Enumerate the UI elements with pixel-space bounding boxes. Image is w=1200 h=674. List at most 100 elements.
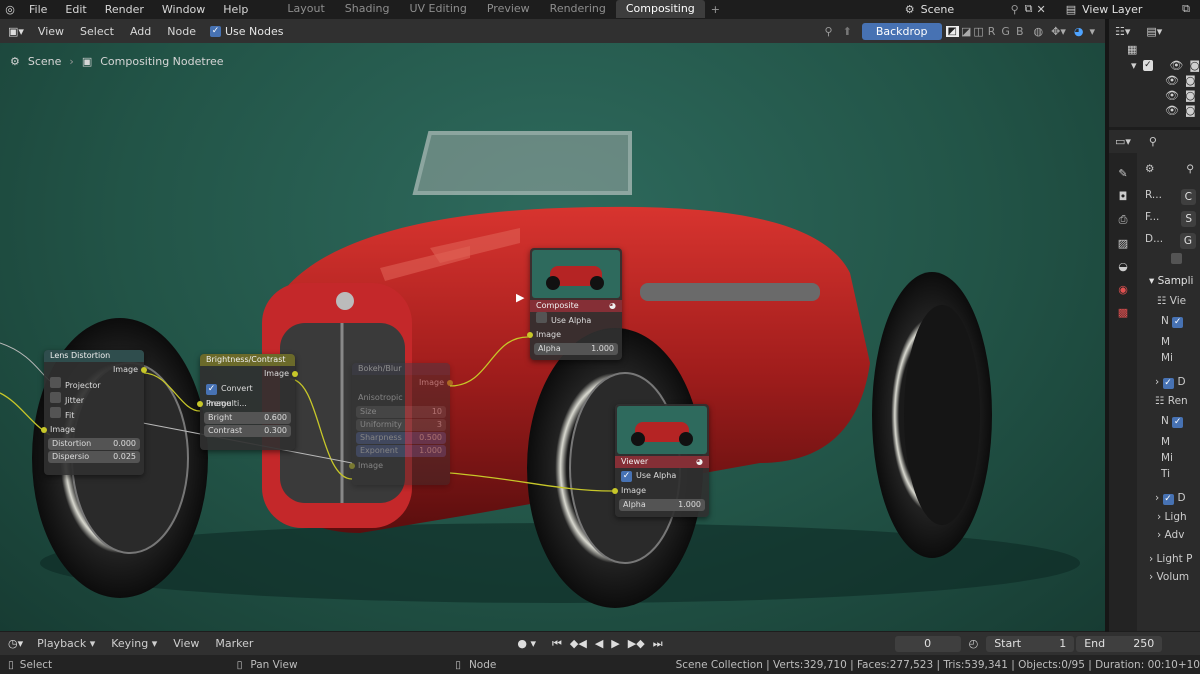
pin-icon[interactable]: ⚲ <box>825 25 833 38</box>
menu-playback[interactable]: Playback ▾ <box>29 637 103 650</box>
alpha-field[interactable]: Alpha 1.000 <box>534 343 618 355</box>
play-icon[interactable]: ▶ <box>611 637 619 651</box>
input-socket-icon[interactable] <box>197 401 203 407</box>
pin-icon[interactable]: ⚲ <box>1011 3 1019 16</box>
checkbox-icon[interactable]: ✓ <box>1162 494 1174 505</box>
color-alpha-icon[interactable]: ◩ <box>945 25 959 37</box>
eye-icon[interactable]: 👁 <box>1165 89 1179 102</box>
camera-icon[interactable]: ◙ <box>1185 89 1196 102</box>
next-keyframe-icon[interactable]: ▶◆ <box>628 637 645 651</box>
checkbox-icon[interactable] <box>1171 253 1182 264</box>
tab-layout[interactable]: Layout <box>277 0 334 18</box>
eye-icon[interactable]: 👁 <box>1165 104 1179 117</box>
feature-set-field[interactable]: F... S <box>1139 205 1200 227</box>
exponent-field[interactable]: Exponent 1.000 <box>356 445 446 457</box>
menu-view[interactable]: View <box>30 25 72 38</box>
jump-start-icon[interactable]: ⏮ <box>552 637 562 651</box>
menu-keying[interactable]: Keying ▾ <box>103 637 165 650</box>
world-tab-icon[interactable]: ◉ <box>1109 283 1137 296</box>
menu-file[interactable]: File <box>20 3 56 16</box>
menu-select[interactable]: Select <box>72 25 122 38</box>
eye-icon[interactable]: 👁 <box>1169 59 1183 72</box>
checkbox-icon[interactable] <box>50 392 61 403</box>
composite-node[interactable]: Composite ◕ Use Alpha Image Alpha 1.000 <box>527 248 622 360</box>
scene-selector[interactable]: Scene <box>921 3 1011 16</box>
pin-icon[interactable]: ⚲ <box>1186 163 1194 175</box>
brightness-contrast-node[interactable]: Brightness/Contrast Image ✓ Convert Premu… <box>197 354 298 450</box>
render-tab-icon[interactable]: ◘ <box>1109 190 1137 203</box>
checkbox-icon[interactable] <box>536 312 547 323</box>
camera-icon[interactable]: ◙ <box>1185 74 1196 87</box>
noise-threshold-row[interactable]: N ✓ <box>1139 407 1200 428</box>
current-frame-field[interactable]: 0 <box>894 635 961 652</box>
alpha-field[interactable]: Alpha 1.000 <box>619 499 705 511</box>
channel-r[interactable]: R <box>988 25 996 38</box>
output-tab-icon[interactable]: ⎙ <box>1109 213 1137 227</box>
use-nodes-toggle[interactable]: ✓ Use Nodes <box>204 25 290 38</box>
contrast-field[interactable]: Contrast 0.300 <box>204 425 291 437</box>
jitter-option[interactable]: Jitter <box>44 392 144 407</box>
scene-tab-icon[interactable]: ◒ <box>1109 260 1137 273</box>
noise-threshold-row[interactable]: N ✓ <box>1139 307 1200 328</box>
light-paths-panel-header[interactable]: › Light P <box>1139 541 1200 565</box>
scene-data-icon[interactable]: ⚙ <box>1145 163 1154 175</box>
close-scene-icon[interactable]: ✕ <box>1037 3 1046 16</box>
timeline-editor-type-icon[interactable]: ◷▾ <box>0 637 29 650</box>
viewport-subpanel-header[interactable]: ☷ Vie <box>1139 287 1200 307</box>
tool-tab-icon[interactable]: ✎ <box>1109 167 1137 180</box>
eye-icon[interactable]: 👁 <box>1165 74 1179 87</box>
fit-option[interactable]: Fit <box>44 407 144 422</box>
copy-view-layer-icon[interactable]: ⧉ <box>1182 2 1190 16</box>
start-frame-field[interactable]: Start 1 <box>986 635 1075 652</box>
open-shading-checkbox[interactable] <box>1139 249 1200 267</box>
input-socket-icon[interactable] <box>41 427 47 433</box>
denoise-subpanel-header[interactable]: › ✓ D <box>1139 364 1200 389</box>
menu-node[interactable]: Node <box>159 25 204 38</box>
menu-render[interactable]: Render <box>96 3 153 16</box>
color-icon[interactable]: ◪ <box>961 25 971 38</box>
sharpness-field[interactable]: Sharpness 0.500 <box>356 432 446 444</box>
snapping-icon[interactable]: ✥▾ <box>1051 25 1066 38</box>
menu-help[interactable]: Help <box>214 3 257 16</box>
advanced-subpanel-header[interactable]: › Adv <box>1139 523 1200 541</box>
checkbox-icon[interactable] <box>50 407 61 418</box>
distortion-field[interactable]: Distortion 0.000 <box>48 438 140 450</box>
texture-tab-icon[interactable]: ▩ <box>1109 306 1137 319</box>
search-icon[interactable]: ⚲ <box>1149 135 1157 148</box>
node-options-icon[interactable]: ◕ <box>609 300 616 312</box>
node-header[interactable]: Lens Distortion <box>44 350 144 362</box>
checkbox-icon[interactable]: ✓ <box>621 471 632 482</box>
overlay-icon[interactable]: ◕ <box>1074 25 1084 38</box>
stopwatch-icon[interactable]: ◴ <box>969 637 979 650</box>
lens-distortion-node[interactable]: Lens Distortion Image Projector Jitter F… <box>41 350 147 475</box>
input-socket-icon[interactable] <box>527 332 533 338</box>
parent-node-icon[interactable]: ⬆ <box>843 25 852 38</box>
filter-icon[interactable]: ▦ <box>1109 43 1200 56</box>
alpha-icon[interactable]: ◫ <box>973 25 983 38</box>
volumes-panel-header[interactable]: › Volum <box>1139 565 1200 583</box>
lights-subpanel-header[interactable]: › Ligh <box>1139 505 1200 523</box>
tab-preview[interactable]: Preview <box>477 0 540 18</box>
tab-uv-editing[interactable]: UV Editing <box>399 0 476 18</box>
node-options-icon[interactable]: ◕ <box>696 456 703 468</box>
checkbox-icon[interactable]: ✓ <box>1162 378 1174 389</box>
menu-edit[interactable]: Edit <box>56 3 95 16</box>
camera-icon[interactable]: ◙ <box>1189 59 1200 72</box>
output-socket-icon[interactable] <box>141 367 147 373</box>
size-field[interactable]: Size 10 <box>356 406 446 418</box>
menu-view[interactable]: View <box>165 637 207 650</box>
checkbox-icon[interactable] <box>50 377 61 388</box>
auto-keying-icon[interactable]: ● ▾ <box>517 637 536 650</box>
render-engine-field[interactable]: R... C <box>1139 175 1200 205</box>
menu-add[interactable]: Add <box>122 25 159 38</box>
outliner-row[interactable]: 👁 ◙ <box>1109 104 1200 117</box>
outliner-row[interactable]: 👁 ◙ <box>1109 74 1200 87</box>
jump-end-icon[interactable]: ⏭ <box>653 637 663 651</box>
tab-compositing[interactable]: Compositing <box>615 0 705 18</box>
view-layer-selector[interactable]: View Layer <box>1082 3 1182 16</box>
node-header[interactable]: Viewer ◕ <box>615 456 709 468</box>
use-alpha-option[interactable]: Use Alpha <box>530 312 622 327</box>
overlay-dropdown-icon[interactable]: ▾ <box>1089 25 1095 38</box>
tab-shading[interactable]: Shading <box>335 0 400 18</box>
add-workspace-icon[interactable]: + <box>705 3 726 16</box>
